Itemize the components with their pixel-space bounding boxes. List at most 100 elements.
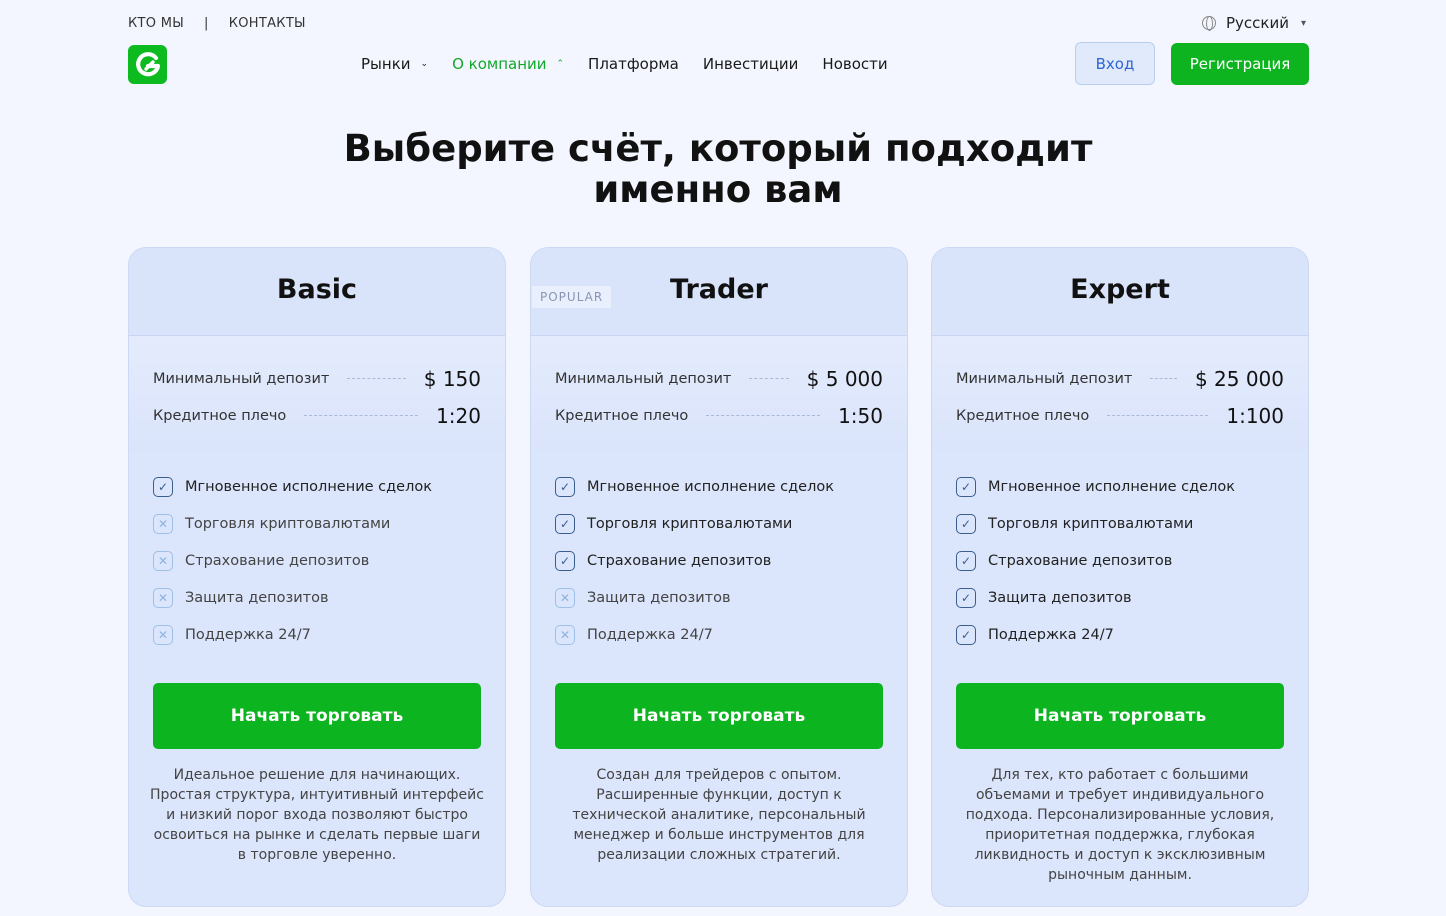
leverage-label: Кредитное плечо bbox=[956, 407, 1090, 424]
start-trading-button[interactable]: Начать торговать bbox=[555, 683, 883, 749]
feature-label: Мгновенное исполнение сделок bbox=[587, 478, 834, 495]
plan-description: Создан для трейдеров с опытом. Расширенн… bbox=[572, 767, 866, 863]
feature-label: Торговля криптовалютами bbox=[988, 515, 1194, 532]
leverage-label: Кредитное плечо bbox=[555, 407, 689, 424]
brand-logo[interactable] bbox=[128, 45, 167, 84]
plan-description: Идеальное решение для начинающих. Проста… bbox=[150, 767, 484, 863]
feature-label: Защита депозитов bbox=[185, 589, 329, 606]
feature-label: Поддержка 24/7 bbox=[185, 626, 311, 643]
dotted-leader bbox=[749, 378, 789, 379]
cross-icon: ✕ bbox=[153, 513, 173, 534]
nav-item-news-label: Новости bbox=[822, 55, 888, 73]
leverage-row: Кредитное плечо 1:50 bbox=[555, 397, 883, 434]
start-trading-button[interactable]: Начать торговать bbox=[153, 683, 481, 749]
register-button[interactable]: Регистрация bbox=[1171, 43, 1309, 85]
contacts-link[interactable]: КОНТАКТЫ bbox=[229, 16, 306, 31]
nav-item-platform-label: Платформа bbox=[588, 55, 679, 73]
feature-list: ✓ Мгновенное исполнение сделок ✓ Торговля к… bbox=[531, 452, 907, 653]
feature-label: Поддержка 24/7 bbox=[988, 626, 1114, 643]
login-button[interactable]: Вход bbox=[1075, 42, 1155, 85]
plan-card-expert: Expert Минимальный депозит $ 25 000 Кредитн… bbox=[931, 247, 1309, 907]
nav-item-news[interactable]: Новости bbox=[822, 55, 887, 73]
nav-item-about[interactable]: О компании ⌃ bbox=[452, 55, 564, 73]
language-selector[interactable]: Русский ▾ bbox=[1201, 12, 1306, 34]
cross-icon: ✕ bbox=[555, 624, 575, 645]
feature-item: ✕ Поддержка 24/7 bbox=[555, 616, 883, 653]
plan-card-trader: POPULAR Trader Минимальный депозит $ 5 000 К… bbox=[530, 247, 908, 907]
cross-icon: ✕ bbox=[153, 550, 173, 571]
feature-item: ✓ Торговля криптовалютами bbox=[956, 505, 1284, 542]
feature-label: Страхование депозитов bbox=[185, 552, 370, 569]
chevron-down-icon: ▾ bbox=[1300, 17, 1306, 29]
feature-item: ✓ Защита депозитов bbox=[956, 579, 1284, 616]
leverage-label: Кредитное плечо bbox=[153, 407, 287, 424]
feature-item: ✕ Страхование депозитов bbox=[153, 542, 481, 579]
dotted-leader bbox=[706, 415, 821, 416]
feature-label: Защита депозитов bbox=[587, 589, 731, 606]
feature-item: ✕ Защита депозитов bbox=[153, 579, 481, 616]
check-icon: ✓ bbox=[956, 624, 976, 645]
top-links: КТО МЫ | КОНТАКТЫ bbox=[128, 14, 306, 32]
feature-label: Мгновенное исполнение сделок bbox=[185, 478, 432, 495]
deposit-label: Минимальный депозит bbox=[555, 370, 732, 387]
feature-label: Поддержка 24/7 bbox=[587, 626, 713, 643]
feature-item: ✕ Поддержка 24/7 bbox=[153, 616, 481, 653]
deposit-row: Минимальный депозит $ 25 000 bbox=[956, 360, 1284, 397]
check-icon: ✓ bbox=[956, 476, 976, 497]
leverage-value: 1:100 bbox=[1226, 403, 1284, 428]
deposit-value: $ 5 000 bbox=[806, 366, 883, 391]
feature-label: Мгновенное исполнение сделок bbox=[988, 478, 1235, 495]
nav-item-investments-label: Инвестиции bbox=[702, 55, 799, 73]
feature-item: ✓ Мгновенное исполнение сделок bbox=[153, 468, 481, 505]
deposit-label: Минимальный депозит bbox=[956, 370, 1133, 387]
plan-title: Expert bbox=[1070, 274, 1170, 305]
check-icon: ✓ bbox=[153, 476, 173, 497]
start-trading-button[interactable]: Начать торговать bbox=[956, 683, 1284, 749]
dotted-leader bbox=[1107, 415, 1209, 416]
main-nav: Рынки ⌄ О компании ⌃ Платформа Инвестици… bbox=[361, 52, 912, 76]
feature-label: Страхование депозитов bbox=[587, 552, 772, 569]
feature-list: ✓ Мгновенное исполнение сделок ✕ Торговля к… bbox=[129, 452, 505, 653]
chevron-up-icon: ⌃ bbox=[556, 59, 565, 69]
check-icon: ✓ bbox=[956, 513, 976, 534]
popular-badge: POPULAR bbox=[532, 286, 612, 308]
check-icon: ✓ bbox=[555, 513, 575, 534]
feature-label: Торговля криптовалютами bbox=[185, 515, 391, 532]
plan-title: Trader bbox=[670, 274, 768, 305]
feature-item: ✓ Мгновенное исполнение сделок bbox=[956, 468, 1284, 505]
nav-item-about-label: О компании bbox=[452, 55, 547, 73]
feature-item: ✕ Торговля криптовалютами bbox=[153, 505, 481, 542]
chevron-down-icon: ⌄ bbox=[420, 59, 429, 69]
leverage-value: 1:20 bbox=[436, 403, 481, 428]
check-icon: ✓ bbox=[555, 550, 575, 571]
plan-title: Basic bbox=[276, 274, 358, 305]
nav-item-platform[interactable]: Платформа bbox=[588, 55, 679, 73]
plan-description: Для тех, кто работает с большими объемам… bbox=[965, 767, 1275, 883]
feature-label: Защита депозитов bbox=[988, 589, 1132, 606]
nav-item-investments[interactable]: Инвестиции bbox=[703, 55, 799, 73]
deposit-value: $ 25 000 bbox=[1194, 366, 1284, 391]
feature-list: ✓ Мгновенное исполнение сделок ✓ Торговля к… bbox=[932, 452, 1308, 653]
language-label: Русский bbox=[1225, 14, 1289, 32]
nav-item-markets[interactable]: Рынки ⌄ bbox=[361, 55, 428, 73]
plan-specs: Минимальный депозит $ 150 Кредитное плечо 1… bbox=[129, 336, 505, 452]
plan-specs: Минимальный депозит $ 5 000 Кредитное плеч… bbox=[531, 336, 907, 452]
check-icon: ✓ bbox=[956, 587, 976, 608]
deposit-label: Минимальный депозит bbox=[153, 370, 330, 387]
globe-icon bbox=[1201, 16, 1216, 31]
feature-label: Торговля криптовалютами bbox=[587, 515, 793, 532]
check-icon: ✓ bbox=[956, 550, 976, 571]
feature-item: ✓ Поддержка 24/7 bbox=[956, 616, 1284, 653]
dotted-leader bbox=[304, 415, 419, 416]
page-title: Выберите счёт, который подходит именно в… bbox=[343, 127, 1093, 211]
cross-icon: ✕ bbox=[153, 587, 173, 608]
cross-icon: ✕ bbox=[555, 587, 575, 608]
logo-icon bbox=[135, 51, 160, 76]
plan-card-basic: Basic Минимальный депозит $ 150 Кредитное п… bbox=[128, 247, 506, 907]
deposit-row: Минимальный депозит $ 150 bbox=[153, 360, 481, 397]
leverage-value: 1:50 bbox=[838, 403, 883, 428]
deposit-row: Минимальный депозит $ 5 000 bbox=[555, 360, 883, 397]
leverage-row: Кредитное плечо 1:100 bbox=[956, 397, 1284, 434]
who-we-are-link[interactable]: КТО МЫ bbox=[128, 16, 184, 31]
leverage-row: Кредитное плечо 1:20 bbox=[153, 397, 481, 434]
